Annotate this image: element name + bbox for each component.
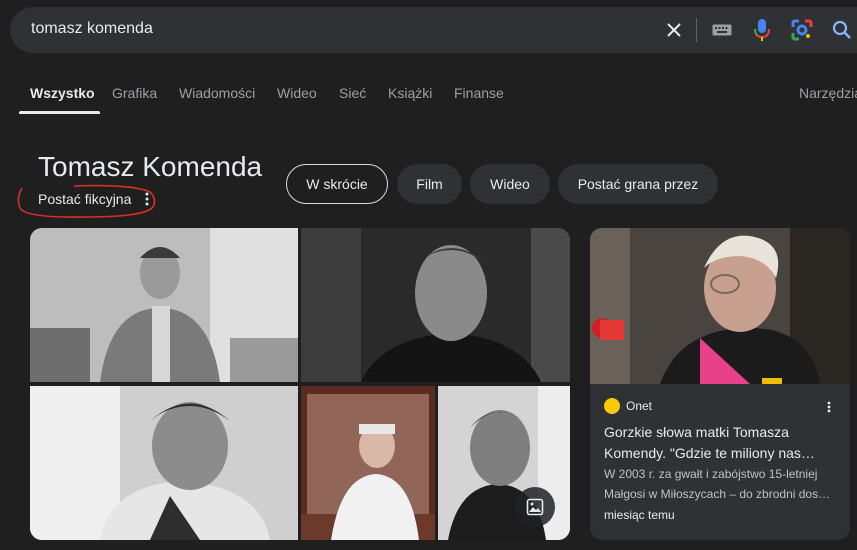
search-input[interactable]: tomasz komenda — [31, 20, 153, 38]
tab-books[interactable]: Książki — [388, 85, 432, 101]
chip-played-by[interactable]: Postać grana przez — [558, 164, 718, 204]
search-tabs: Wszystko Grafika Wiadomości Wideo Sieć K… — [0, 80, 857, 116]
more-vert-icon[interactable] — [825, 399, 833, 415]
mic-icon[interactable] — [750, 18, 774, 42]
news-card[interactable]: Onet Gorzkie słowa matki Tomasza Komendy… — [590, 228, 850, 540]
search-bar[interactable]: tomasz komenda — [10, 7, 857, 53]
tab-news[interactable]: Wiadomości — [179, 85, 255, 101]
keyboard-icon[interactable] — [710, 18, 734, 42]
tab-all[interactable]: Wszystko — [30, 85, 95, 101]
chip-film[interactable]: Film — [397, 164, 462, 204]
tab-tools[interactable]: Narzędzia — [799, 85, 857, 101]
clear-icon[interactable] — [662, 18, 686, 42]
chip-video[interactable]: Wideo — [470, 164, 550, 204]
search-icon[interactable] — [830, 18, 854, 42]
news-source[interactable]: Onet — [626, 399, 652, 413]
chip-overview[interactable]: W skrócie — [286, 164, 388, 204]
news-snippet-line: Małgosi w Miłoszycach – do zbrodni dos… — [604, 487, 831, 501]
entity-title: Tomasz Komenda — [38, 151, 263, 182]
tab-images[interactable]: Grafika — [112, 85, 157, 101]
news-timestamp: miesiąc temu — [604, 508, 675, 522]
tab-finance[interactable]: Finanse — [454, 85, 504, 101]
news-headline[interactable]: Gorzkie słowa matki Tomasza Komendy. "Gd… — [604, 422, 840, 464]
lens-icon[interactable] — [790, 18, 814, 42]
tab-videos[interactable]: Wideo — [277, 85, 317, 101]
news-image — [590, 228, 850, 384]
image-icon[interactable] — [515, 487, 555, 527]
entity-subtitle: Postać fikcyjna — [38, 191, 132, 207]
news-snippet-line: W 2003 r. za gwałt i zabójstwo 15-letnie… — [604, 467, 818, 481]
news-headline-line: Gorzkie słowa matki Tomasza — [604, 424, 789, 440]
photo-3[interactable] — [30, 386, 298, 540]
more-vert-icon[interactable] — [142, 191, 152, 207]
active-tab-indicator — [19, 111, 100, 114]
news-snippet: W 2003 r. za gwałt i zabójstwo 15-letnie… — [604, 464, 840, 504]
news-headline-line: Komendy. "Gdzie te miliony nas… — [604, 445, 815, 461]
photo-4[interactable] — [301, 386, 435, 540]
photo-2[interactable] — [301, 228, 570, 382]
photo-1[interactable] — [30, 228, 298, 382]
source-logo — [604, 398, 620, 414]
search-divider — [696, 18, 697, 42]
tab-web[interactable]: Sieć — [339, 85, 366, 101]
